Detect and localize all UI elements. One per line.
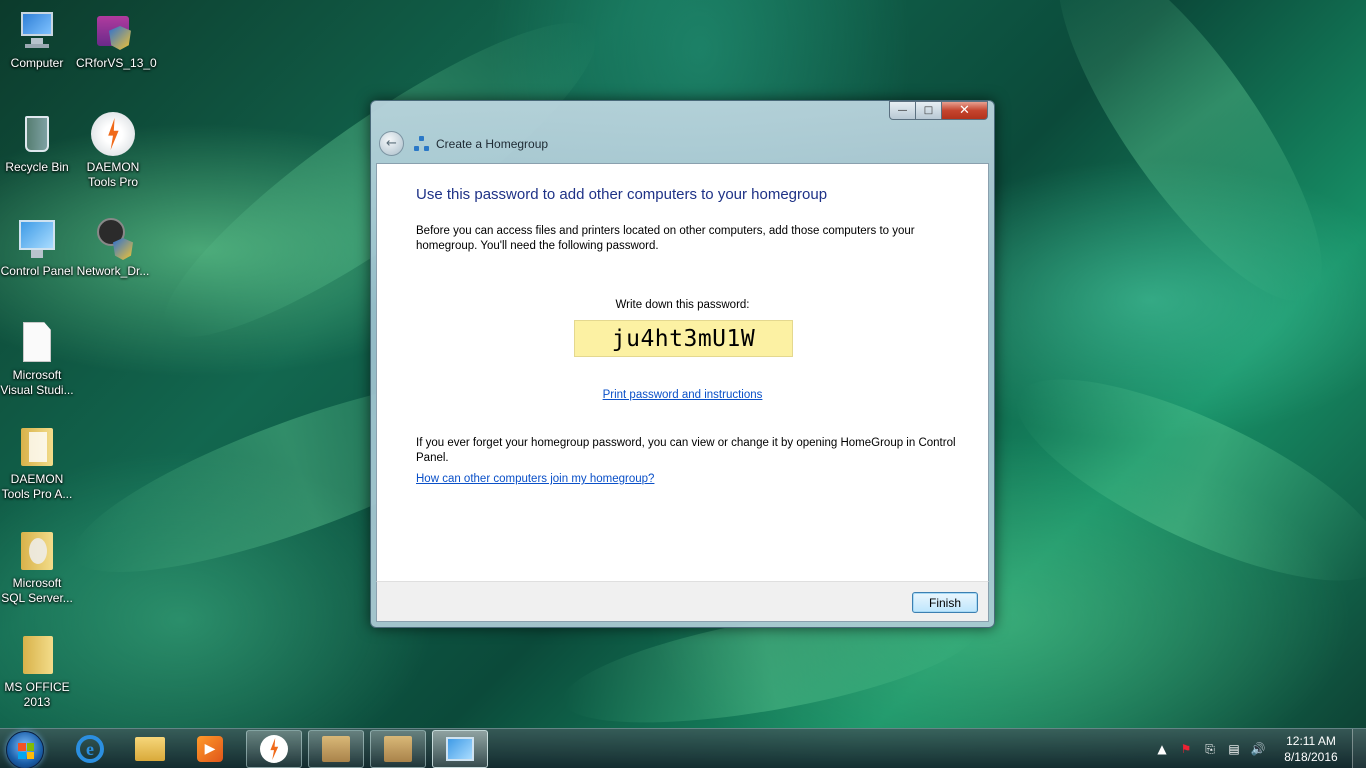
desktop-icon-label: Recycle Bin [5,160,69,174]
desktop-icon-label: Network_Dr... [76,264,150,278]
computer-icon [15,8,59,52]
control-panel-icon [446,737,474,761]
system-tray: ▲ ⚑ ⎘ ▤ 🔊 12:11 AM 8/18/2016 [1150,729,1366,768]
clock[interactable]: 12:11 AM 8/18/2016 [1276,733,1346,765]
wallpaper-leaf [1016,0,1364,335]
desktop-icon-label: MS OFFICE 2013 [4,680,70,709]
dell-setup-icon [91,216,135,260]
safely-remove-hardware-icon[interactable]: ⎘ [1202,741,1218,757]
control-panel-icon [15,216,59,260]
show-desktop-button[interactable] [1352,729,1366,768]
desktop-icon-crforvs[interactable]: CRforVS_13_0 [76,8,157,71]
clock-date: 8/18/2016 [1284,750,1338,764]
maximize-button[interactable]: □ [916,101,942,120]
folder-icon [135,737,165,761]
taskbar-internet-explorer[interactable]: e [62,730,118,768]
desktop-icon-label: DAEMON Tools Pro A... [1,472,73,501]
window-controls: — □ ✕ [889,101,988,120]
folder-icon [15,528,59,572]
taskbar-media-player[interactable]: ▶ [182,730,238,768]
desktop-icon-label: Microsoft SQL Server... [1,576,73,605]
back-button[interactable]: ← [379,131,404,156]
join-homegroup-help-link[interactable]: How can other computers join my homegrou… [416,473,654,485]
windows-logo-icon [18,743,34,759]
desktop-icon-network-driver[interactable]: Network_Dr... [76,216,150,279]
dialog-heading: Use this password to add other computers… [416,186,828,203]
start-button[interactable] [6,731,44,768]
show-hidden-icons-icon[interactable]: ▲ [1154,741,1170,757]
media-player-icon: ▶ [197,736,223,762]
navigation-bar: ← Create a Homegroup [379,131,548,156]
volume-icon[interactable]: 🔊 [1250,741,1266,757]
desktop-icon-daemon-folder[interactable]: DAEMON Tools Pro A... [0,424,74,502]
desktop-icon-ms-office[interactable]: MS OFFICE 2013 [0,632,74,710]
folder-icon [15,424,59,468]
taskbar-installer-2[interactable] [370,730,426,768]
back-arrow-icon: ← [386,136,397,151]
desktop-icon-label: DAEMON Tools Pro [86,160,140,189]
installer-box-icon [384,736,412,762]
forget-password-text: If you ever forget your homegroup passwo… [416,437,956,464]
create-homegroup-window: — □ ✕ ← Create a Homegroup Use this pass… [370,100,995,628]
minimize-button[interactable]: — [889,101,916,120]
document-icon [15,320,59,364]
installer-box-icon [322,736,350,762]
window-title: Create a Homegroup [436,136,549,151]
desktop-icon-label: Control Panel [0,264,74,278]
intro-text: Before you can access files and printers… [416,225,915,252]
print-link-container: Print password and instructions [377,383,988,402]
dialog-footer: Finish [376,581,989,622]
daemon-tools-icon [91,112,135,156]
clock-time: 12:11 AM [1286,734,1336,748]
daemon-tools-icon [260,735,288,763]
folder-icon [15,632,59,676]
desktop-icon-computer[interactable]: Computer [0,8,74,71]
desktop-icon-label: Microsoft Visual Studi... [0,368,74,397]
desktop-icon-sql-server[interactable]: Microsoft SQL Server... [0,528,74,606]
taskbar-daemon-tools[interactable] [246,730,302,768]
password-display: ju4ht3mU1W [574,320,793,357]
taskbar: e ▶ ▲ ⚑ ⎘ ▤ 🔊 12:11 AM 8/18/2016 [0,728,1366,768]
desktop-icon-label: CRforVS_13_0 [76,56,157,70]
print-password-link[interactable]: Print password and instructions [603,389,763,401]
taskbar-windows-explorer[interactable] [122,730,178,768]
dialog-content: Use this password to add other computers… [376,163,989,582]
password-label: Write down this password: [615,299,750,311]
desktop-icon-control-panel[interactable]: Control Panel [0,216,74,279]
recycle-bin-icon [15,112,59,156]
desktop-icon-label: Computer [10,56,64,70]
finish-button[interactable]: Finish [912,592,978,613]
network-icon[interactable]: ▤ [1226,741,1242,757]
installer-package-icon [91,8,135,52]
taskbar-installer-1[interactable] [308,730,364,768]
taskbar-control-panel[interactable] [432,730,488,768]
homegroup-icon [414,135,430,152]
action-center-flag-icon[interactable]: ⚑ [1178,741,1194,757]
internet-explorer-icon: e [76,735,104,763]
wallpaper-leaf [993,341,1366,619]
desktop-icon-recycle-bin[interactable]: Recycle Bin [0,112,74,175]
desktop-icon-visual-studio[interactable]: Microsoft Visual Studi... [0,320,74,398]
desktop-icon-daemon-tools[interactable]: DAEMON Tools Pro [76,112,150,190]
close-button[interactable]: ✕ [942,101,988,120]
